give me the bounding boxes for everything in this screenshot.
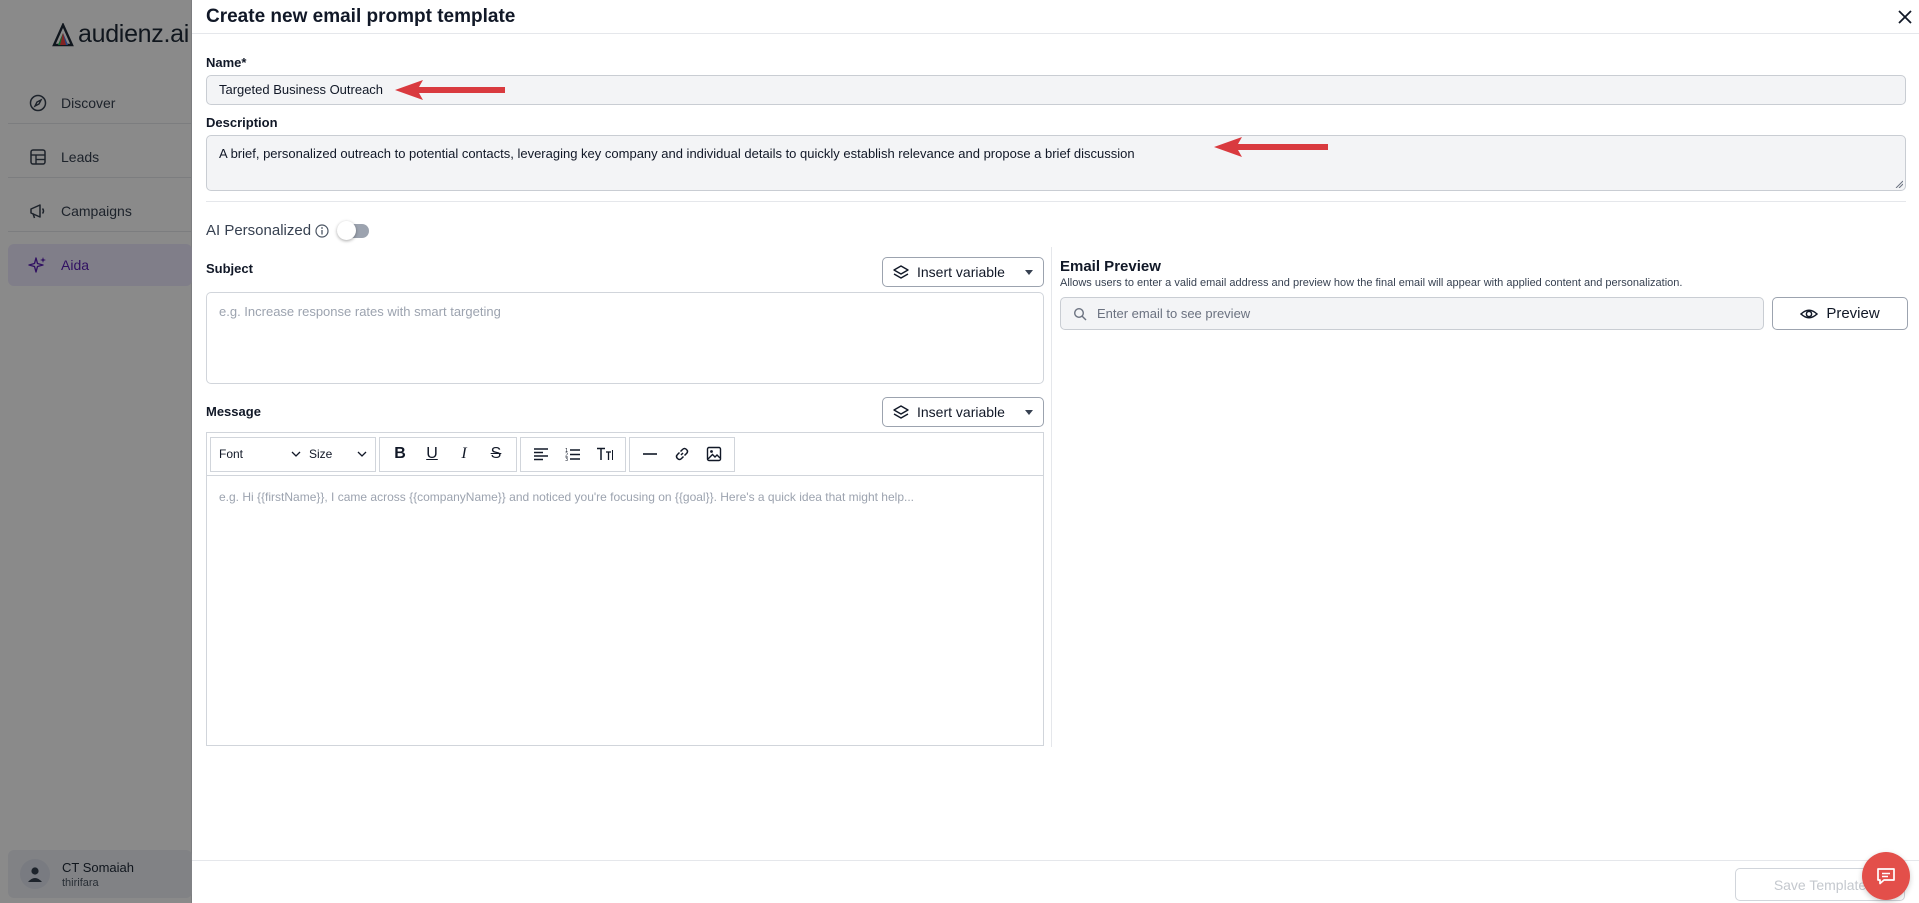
subject-insert-variable-button[interactable]: Insert variable (882, 257, 1044, 287)
size-select-label: Size (309, 447, 333, 461)
close-button[interactable] (1893, 5, 1917, 29)
font-select[interactable]: Font (215, 438, 305, 471)
description-textarea[interactable]: A brief, personalized outreach to potent… (206, 135, 1906, 191)
description-text: A brief, personalized outreach to potent… (219, 146, 1135, 161)
text-size-button[interactable] (589, 438, 621, 471)
preview-button[interactable]: Preview (1772, 297, 1908, 330)
message-editor: Font Size B U I S 123 e.g. Hi {{firstNam… (206, 432, 1044, 746)
ordered-list-icon: 123 (565, 448, 580, 461)
message-placeholder: e.g. Hi {{firstName}}, I came across {{c… (219, 490, 914, 504)
layers-icon (893, 404, 909, 420)
annotation-arrow-icon (395, 80, 505, 100)
message-label: Message (206, 404, 261, 419)
toggle-knob (337, 220, 357, 240)
info-icon[interactable] (315, 223, 329, 238)
align-left-button[interactable] (525, 438, 557, 471)
preview-email-input[interactable]: Enter email to see preview (1060, 297, 1764, 330)
text-size-icon (597, 447, 613, 460)
message-insert-variable-button[interactable]: Insert variable (882, 397, 1044, 427)
modal-backdrop[interactable] (0, 0, 192, 903)
insert-controls (629, 436, 735, 472)
align-left-icon (534, 448, 548, 461)
ai-personalized-toggle[interactable] (337, 220, 370, 240)
search-icon (1073, 307, 1087, 321)
chevron-down-icon (291, 451, 301, 457)
editor-toolbar: Font Size B U I S 123 (207, 433, 1043, 476)
ai-personalized-row: AI Personalized (206, 220, 370, 240)
annotation-arrow-icon (1214, 137, 1328, 157)
subject-input[interactable]: e.g. Increase response rates with smart … (206, 292, 1044, 384)
chevron-down-icon (357, 451, 367, 457)
name-label: Name* (206, 55, 247, 70)
subject-label: Subject (206, 261, 253, 276)
paragraph-controls: 123 (520, 436, 626, 472)
chevron-down-icon (1025, 410, 1033, 415)
size-select[interactable]: Size (305, 438, 371, 471)
horizontal-rule-button[interactable] (634, 438, 666, 471)
layers-icon (893, 264, 909, 280)
insert-variable-label: Insert variable (917, 264, 1005, 280)
underline-button[interactable]: U (416, 438, 448, 471)
font-controls: Font Size (210, 436, 376, 472)
chat-support-button[interactable] (1862, 852, 1910, 900)
chevron-down-icon (1025, 270, 1033, 275)
subject-placeholder: e.g. Increase response rates with smart … (219, 304, 501, 319)
bold-button[interactable]: B (384, 438, 416, 471)
column-divider (1051, 247, 1052, 747)
link-button[interactable] (666, 438, 698, 471)
preview-email-placeholder: Enter email to see preview (1097, 306, 1251, 321)
chat-icon (1877, 868, 1895, 885)
image-icon (706, 446, 722, 462)
email-preview-title: Email Preview (1060, 258, 1161, 275)
description-label: Description (206, 115, 278, 130)
create-template-modal: Create new email prompt template Name* T… (192, 0, 1919, 903)
ordered-list-button[interactable]: 123 (557, 438, 589, 471)
modal-title: Create new email prompt template (206, 6, 516, 27)
modal-footer: Save Template (192, 860, 1919, 903)
modal-header: Create new email prompt template (192, 0, 1919, 34)
format-controls: B U I S (379, 436, 517, 472)
link-icon (675, 447, 689, 461)
email-preview-description: Allows users to enter a valid email addr… (1060, 277, 1683, 289)
insert-variable-label: Insert variable (917, 404, 1005, 420)
strikethrough-button[interactable]: S (480, 438, 512, 471)
section-divider (206, 201, 1906, 202)
eye-icon (1800, 305, 1819, 323)
svg-text:3: 3 (565, 457, 568, 461)
ai-personalized-label: AI Personalized (206, 222, 312, 239)
message-input[interactable]: e.g. Hi {{firstName}}, I came across {{c… (207, 476, 1043, 518)
font-select-label: Font (219, 447, 244, 461)
resize-handle-icon[interactable] (1895, 180, 1903, 188)
image-button[interactable] (698, 438, 730, 471)
preview-button-label: Preview (1826, 305, 1880, 322)
italic-button[interactable]: I (448, 438, 480, 471)
close-icon (1898, 10, 1912, 24)
horizontal-rule-icon (643, 453, 657, 455)
